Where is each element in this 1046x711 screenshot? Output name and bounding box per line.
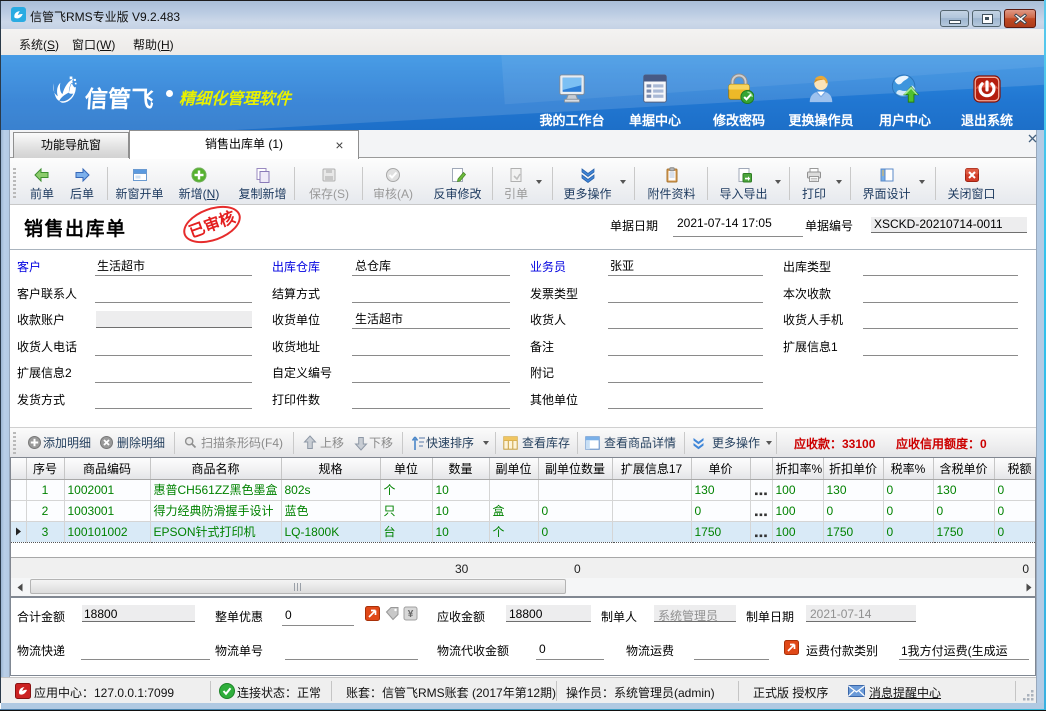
- svg-text:¥: ¥: [408, 609, 414, 620]
